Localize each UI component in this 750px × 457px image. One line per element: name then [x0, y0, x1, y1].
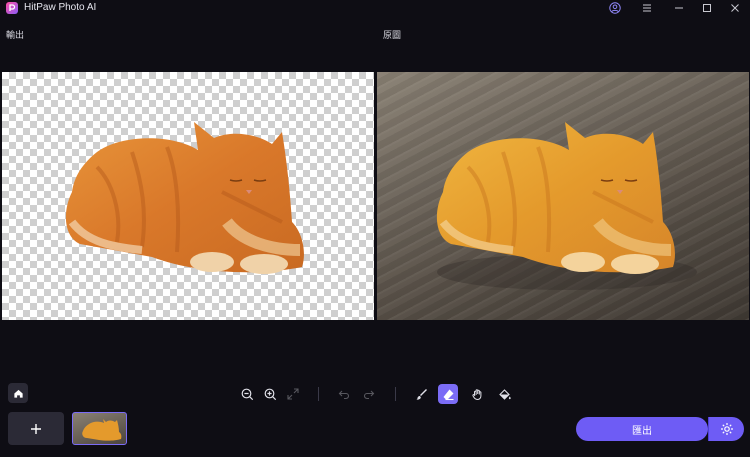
minimize-icon[interactable]: [672, 1, 686, 15]
app-title: HitPaw Photo AI: [24, 2, 97, 13]
account-icon[interactable]: [608, 1, 622, 15]
brush-button[interactable]: [411, 384, 431, 404]
redo-icon: [363, 390, 375, 400]
cat-cutout-image: [65, 122, 304, 274]
plus-icon: [31, 423, 41, 434]
eraser-button[interactable]: [438, 384, 458, 404]
cat-thumbnail-image: [82, 419, 122, 441]
fit-screen-icon: [287, 388, 299, 400]
toolbar-divider: [318, 387, 319, 401]
eraser-icon: [443, 389, 453, 400]
title-bar: HitPaw Photo AI: [0, 0, 750, 16]
home-icon: [13, 389, 23, 398]
cat-original-image: [436, 122, 697, 290]
home-button[interactable]: [8, 383, 28, 403]
gear-icon: [720, 423, 733, 435]
output-preview[interactable]: [2, 72, 374, 320]
output-label: 輸出: [6, 30, 25, 40]
maximize-icon[interactable]: [700, 1, 714, 15]
zoom-in-button[interactable]: [260, 384, 280, 404]
original-preview[interactable]: [377, 72, 749, 320]
original-label: 原圖: [383, 30, 402, 40]
export-button[interactable]: 匯出: [576, 417, 708, 441]
fill-icon: [498, 388, 511, 400]
close-icon[interactable]: [728, 1, 742, 15]
app-logo-icon: [6, 2, 18, 14]
zoom-out-button[interactable]: [237, 384, 257, 404]
zoom-in-icon: [264, 388, 276, 400]
fill-button[interactable]: [494, 384, 514, 404]
zoom-out-icon: [241, 388, 253, 400]
redo-button[interactable]: [359, 384, 379, 404]
undo-button[interactable]: [334, 384, 354, 404]
menu-icon[interactable]: [640, 1, 654, 15]
fit-screen-button[interactable]: [283, 384, 303, 404]
export-settings-button[interactable]: [708, 417, 744, 441]
brush-icon: [416, 388, 427, 400]
image-thumbnail[interactable]: [72, 412, 127, 445]
toolbar-divider: [395, 387, 396, 401]
hand-icon: [471, 388, 481, 400]
hand-button[interactable]: [467, 384, 487, 404]
add-image-button[interactable]: [8, 412, 64, 445]
undo-icon: [338, 390, 350, 400]
